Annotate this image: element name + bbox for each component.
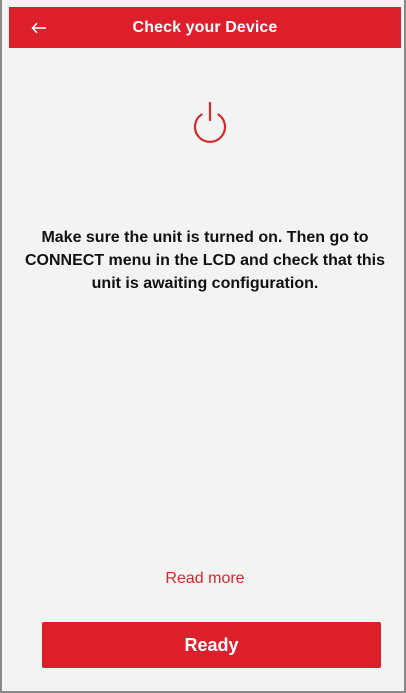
ready-button[interactable]: Ready	[42, 622, 381, 668]
app-bar: Check your Device	[9, 7, 401, 48]
instruction-text: Make sure the unit is turned on. Then go…	[24, 229, 386, 292]
power-icon	[193, 101, 227, 143]
read-more-link[interactable]: Read more	[2, 570, 406, 588]
screen: Check your Device Make sure the unit is …	[0, 0, 406, 693]
arrow-left-icon	[31, 22, 46, 33]
page-title: Check your Device	[132, 18, 278, 36]
back-button[interactable]	[25, 14, 53, 42]
